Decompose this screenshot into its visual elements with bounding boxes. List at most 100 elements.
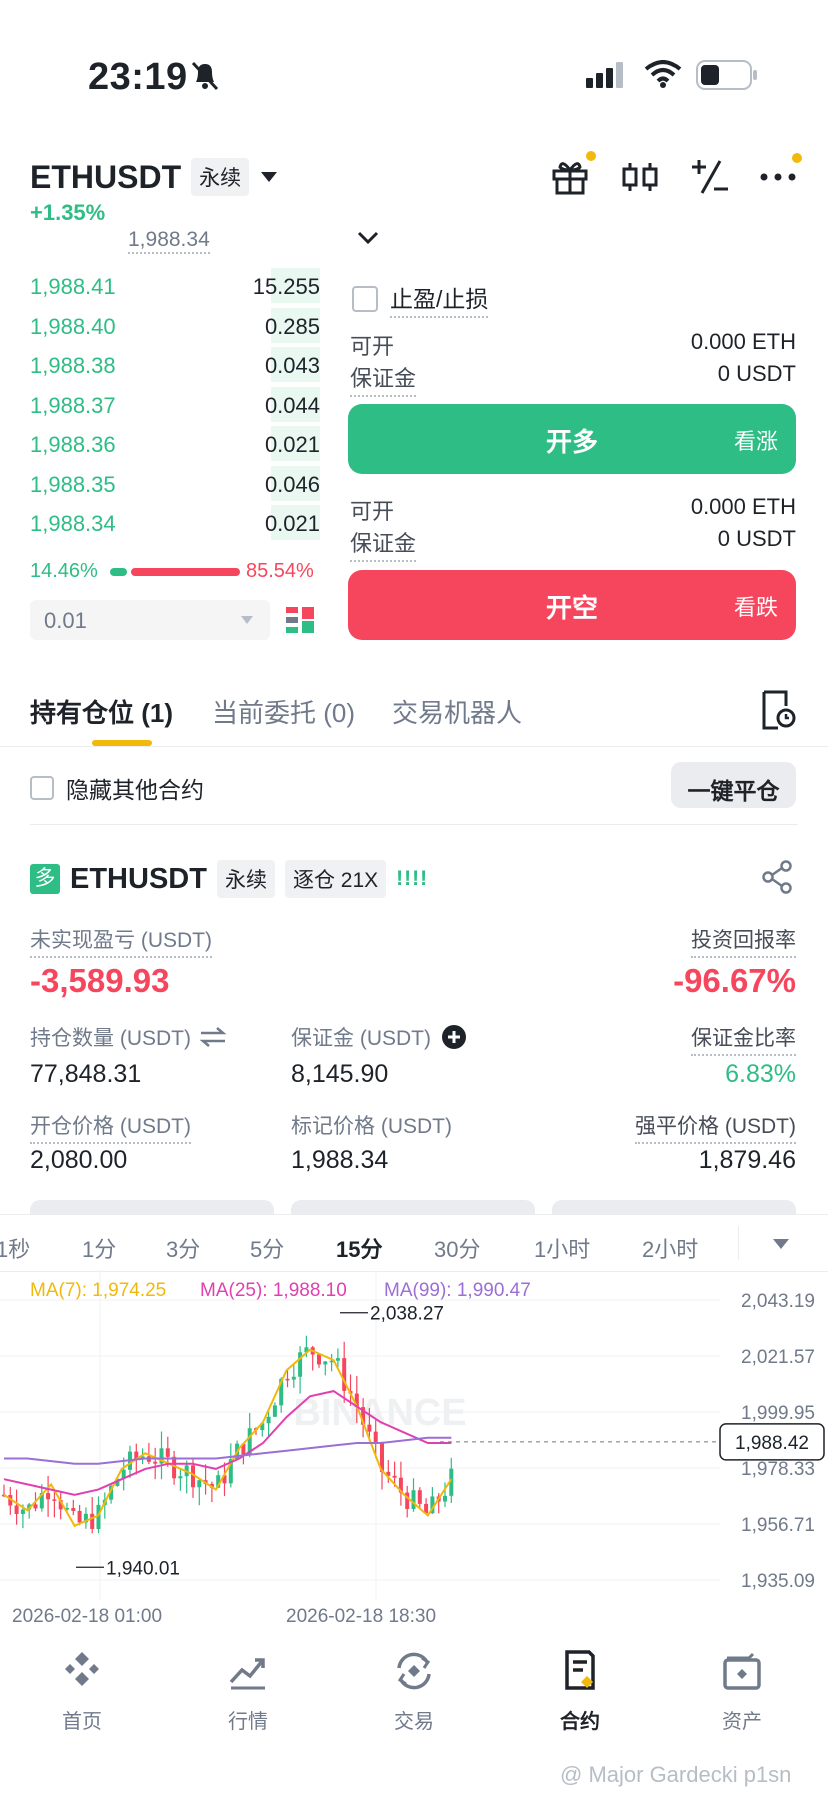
nav-markets-label: 行情 bbox=[228, 1711, 268, 1733]
nav-home[interactable]: 首页 bbox=[22, 1648, 142, 1734]
tp-sl-checkbox[interactable] bbox=[352, 286, 378, 312]
ma99-line bbox=[4, 1436, 452, 1465]
open-long-side: 看涨 bbox=[733, 429, 778, 454]
price-change: +1.35% bbox=[30, 200, 106, 225]
tp-sl-toggle[interactable]: 止盈/止损 bbox=[352, 280, 489, 318]
candle-body bbox=[52, 1499, 57, 1501]
interval-tab[interactable]: 1分 bbox=[82, 1232, 116, 1264]
order-history-icon[interactable] bbox=[760, 690, 796, 730]
trade-icon bbox=[397, 1652, 431, 1690]
interval-tab[interactable]: 1小时 bbox=[534, 1232, 590, 1264]
buy-ratio: 14.46% bbox=[30, 560, 98, 582]
orderbook-row[interactable]: 1,988.41 15.255 bbox=[30, 266, 320, 305]
y-tick-label: 1,956.71 bbox=[741, 1515, 815, 1536]
candle-body bbox=[335, 1358, 340, 1361]
candle-body bbox=[20, 1509, 25, 1514]
swap-icon[interactable] bbox=[199, 1026, 227, 1048]
orderbook-qty: 15.255 bbox=[252, 274, 320, 299]
tab-open-orders[interactable]: 当前委托 (0) bbox=[212, 693, 355, 730]
position-size-label-text: 持仓数量 (USDT) bbox=[30, 1027, 191, 1050]
mark-price-label: 标记价格 (USDT) bbox=[291, 1115, 452, 1138]
orderbook-row[interactable]: 1,988.34 0.021 bbox=[30, 503, 320, 542]
interval-divider bbox=[738, 1226, 739, 1260]
short-available-label: 可开 bbox=[350, 499, 395, 524]
open-short-button[interactable]: 开空 看跌 bbox=[348, 570, 796, 640]
y-tick-label: 2,043.19 bbox=[741, 1291, 815, 1312]
x-tick-label: 2026-02-18 01:00 bbox=[12, 1606, 162, 1627]
precision-select[interactable]: 0.01 bbox=[30, 600, 270, 640]
more-button[interactable] bbox=[756, 153, 802, 199]
caret-down-icon bbox=[261, 172, 278, 182]
leverage-signal-icon: !!!! bbox=[396, 867, 429, 890]
candle-body bbox=[46, 1493, 51, 1500]
close-all-button[interactable]: 一键平仓 bbox=[671, 762, 796, 808]
position-symbol[interactable]: ETHUSDT bbox=[70, 863, 207, 896]
hide-other-contracts-toggle[interactable]: 隐藏其他合约 bbox=[30, 771, 204, 805]
orderbook-layout-icon[interactable] bbox=[284, 605, 316, 637]
calculator-button[interactable] bbox=[688, 155, 732, 199]
margin-value: 8,145.90 bbox=[291, 1060, 389, 1088]
watermark-text: @ Major Gardecki p1sn bbox=[560, 1762, 792, 1787]
mark-price-value: 1,988.34 bbox=[291, 1146, 389, 1174]
unrealized-pnl-value: -3,589.93 bbox=[30, 962, 170, 999]
short-margin-label: 保证金 bbox=[350, 526, 417, 562]
home-icon bbox=[65, 1652, 99, 1686]
ratio-bar bbox=[110, 568, 240, 576]
orderbook-row[interactable]: 1,988.37 0.044 bbox=[30, 385, 320, 424]
open-long-button[interactable]: 开多 看涨 bbox=[348, 404, 796, 474]
orderbook-row[interactable]: 1,988.36 0.021 bbox=[30, 424, 320, 463]
nav-trade[interactable]: 交易 bbox=[354, 1648, 474, 1734]
orderbook-row[interactable]: 1,988.40 0.285 bbox=[30, 306, 320, 345]
candle-body bbox=[443, 1495, 447, 1502]
interval-tab[interactable]: 3分 bbox=[166, 1232, 200, 1264]
caret-down-icon[interactable] bbox=[772, 1238, 790, 1250]
share-icon[interactable] bbox=[760, 860, 794, 894]
tab-positions[interactable]: 持有仓位 (1) bbox=[30, 693, 173, 730]
gift-button[interactable] bbox=[548, 151, 596, 199]
precision-value: 0.01 bbox=[44, 608, 87, 633]
open-short-label: 开空 bbox=[545, 593, 598, 623]
short-available-value: 0.000 ETH bbox=[690, 494, 796, 519]
interval-tab[interactable]: 30分 bbox=[434, 1232, 480, 1264]
candle-body bbox=[90, 1513, 95, 1529]
candle-body bbox=[411, 1490, 416, 1509]
battery-icon bbox=[696, 60, 757, 90]
current-price-label: 1,988.42 bbox=[735, 1433, 809, 1454]
position-size-label: 持仓数量 (USDT) bbox=[30, 1022, 227, 1052]
interval-tab[interactable]: 5分 bbox=[250, 1232, 284, 1264]
candle-body bbox=[77, 1510, 82, 1523]
tab-trading-bots[interactable]: 交易机器人 bbox=[392, 693, 522, 730]
status-time: 23:19 bbox=[88, 56, 188, 98]
nav-futures[interactable]: 合约 bbox=[520, 1648, 640, 1734]
add-margin-icon[interactable] bbox=[441, 1024, 467, 1050]
nav-markets[interactable]: 行情 bbox=[188, 1648, 308, 1734]
position-type-tag: 永续 bbox=[216, 860, 275, 898]
pair-symbol: ETHUSDT bbox=[30, 158, 182, 195]
orderbook-price: 1,988.34 bbox=[30, 511, 116, 536]
candlestick-chart[interactable]: 2,043.19 2,021.57 1,999.95 1,978.33 1,956.71… bbox=[0, 1270, 828, 1630]
interval-tab[interactable]: 2小时 bbox=[642, 1232, 698, 1264]
interval-tab[interactable]: 15分 bbox=[336, 1232, 382, 1264]
roi-label: 投资回报率 bbox=[691, 924, 796, 958]
orderbook-row[interactable]: 1,988.38 0.043 bbox=[30, 345, 320, 384]
orderbook-row[interactable]: 1,988.35 0.046 bbox=[30, 464, 320, 503]
candle-body bbox=[367, 1424, 372, 1432]
nav-assets[interactable]: 资产 bbox=[682, 1648, 802, 1734]
margin-mode-tag[interactable]: 逐仓 21X bbox=[284, 860, 387, 898]
chevron-down-icon bbox=[357, 231, 379, 245]
long-margin-label: 保证金 bbox=[350, 361, 417, 397]
y-tick-label: 2,021.57 bbox=[741, 1347, 815, 1368]
futures-icon bbox=[565, 1650, 595, 1690]
long-available-label: 可开 bbox=[350, 334, 395, 359]
contract-type-tag: 永续 bbox=[191, 158, 250, 196]
hide-others-checkbox[interactable] bbox=[30, 776, 54, 800]
interval-tab[interactable]: 1秒 bbox=[0, 1232, 30, 1264]
chart-button[interactable] bbox=[618, 155, 662, 199]
unrealized-pnl-label: 未实现盈亏 (USDT) bbox=[30, 924, 212, 958]
hide-others-label: 隐藏其他合约 bbox=[66, 777, 204, 803]
y-tick-label: 1,999.95 bbox=[741, 1403, 815, 1424]
entry-price-label: 开仓价格 (USDT) bbox=[30, 1110, 191, 1144]
bell-muted-icon bbox=[191, 61, 219, 91]
candle-body bbox=[417, 1490, 422, 1504]
pair-selector[interactable]: ETHUSDT 永续 bbox=[30, 158, 279, 196]
